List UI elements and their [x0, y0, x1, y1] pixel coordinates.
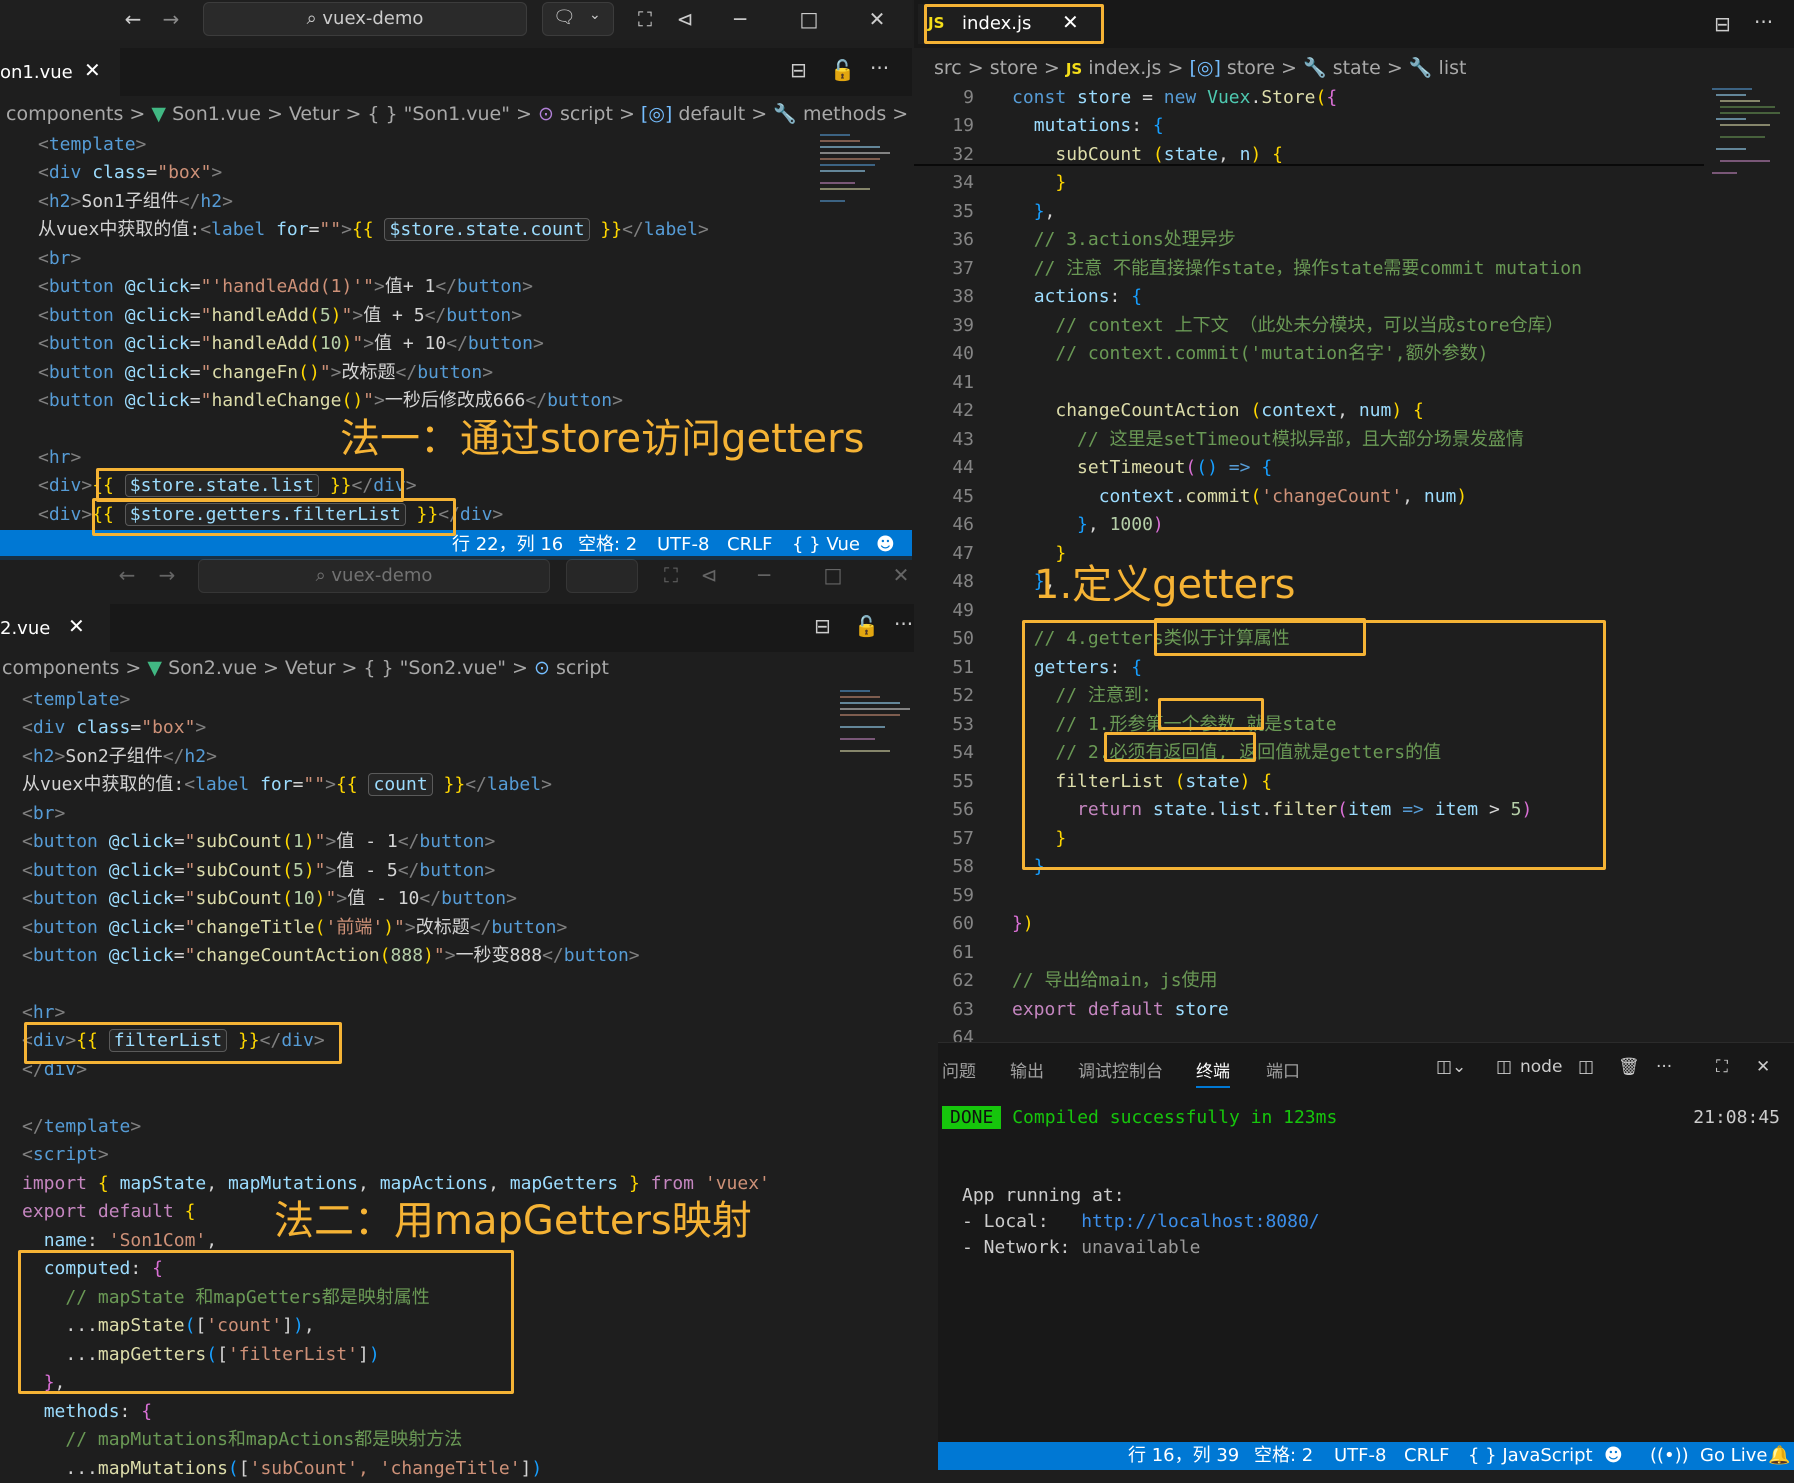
back-arrow-icon[interactable]: ← [112, 560, 142, 590]
close-tab-icon[interactable]: ✕ [68, 614, 85, 638]
terminal-shell-icon[interactable]: ◫ [1496, 1057, 1512, 1077]
vue-icon: ▼ [147, 657, 163, 679]
forward-arrow-icon[interactable]: → [156, 4, 186, 34]
highlight-computed-block [18, 1250, 514, 1394]
son1-breadcrumb: components > ▼ Son1.vue > Vetur > { } "S… [6, 103, 912, 125]
maximize-icon[interactable]: □ [818, 560, 848, 590]
layout-toggle-icon[interactable]: ⛶ [630, 4, 660, 34]
son2-tabbar: 2.vue ✕ ⊟ 🔓 ··· [0, 604, 936, 652]
close-window-icon[interactable]: ✕ [886, 560, 916, 590]
wrench-icon: 🔧 [1408, 57, 1433, 79]
terminal-panel: 问题 输出 调试控制台 终端 端口 ◫⌄ ◫ node ◫ 🗑 ··· ⛶ ✕ … [938, 1042, 1794, 1443]
highlight-computed-comment [1154, 618, 1366, 656]
pin-icon[interactable]: ⊲ [694, 560, 724, 590]
son1-titlebar: ← → ⌕ vuex-demo 🗨 ⌄ ⛶ ⊲ ─ □ ✕ [0, 0, 912, 40]
index-gutter: 9 19 32 34 35 36 37 38 39 40 41 42 43 44… [952, 87, 974, 1048]
index-statusbar: 行 16，列 39 空格: 2 UTF-8 CRLF { } JavaScrip… [938, 1442, 1794, 1470]
maximize-panel-icon[interactable]: ⛶ [1716, 1057, 1728, 1077]
tab-problems[interactable]: 问题 [942, 1057, 976, 1082]
chat-icon: 🗨 [553, 7, 576, 28]
js-icon: JS [1065, 60, 1083, 78]
bell-icon[interactable]: 🔔 [1768, 1442, 1790, 1470]
minimize-icon[interactable]: ─ [749, 560, 779, 590]
layout-icon[interactable]: ◫⌄ [1436, 1057, 1466, 1077]
panel-tab-bar: 问题 输出 调试控制台 终端 端口 ◫⌄ ◫ node ◫ 🗑 ··· ⛶ ✕ [938, 1057, 1794, 1088]
tab-son2-vue[interactable]: 2.vue ✕ [0, 604, 110, 652]
tab-ports[interactable]: 端口 [1266, 1057, 1300, 1082]
split-terminal-icon[interactable]: ◫ [1578, 1057, 1594, 1077]
tab-debug-console[interactable]: 调试控制台 [1078, 1057, 1163, 1082]
more-actions-icon[interactable]: ··· [894, 612, 913, 636]
lock-icon[interactable]: 🔓 [854, 614, 879, 638]
split-editor-icon[interactable]: ⊟ [814, 614, 831, 638]
symbol-icon: ⊙ [538, 103, 554, 125]
tab-son1-vue[interactable]: on1.vue ✕ [0, 48, 120, 96]
forward-arrow-icon[interactable]: → [152, 560, 182, 590]
command-center-search[interactable]: ⌕ vuex-demo [203, 2, 527, 36]
search-icon: ⌕ [315, 565, 332, 586]
trash-icon[interactable]: 🗑 [1618, 1057, 1640, 1077]
module-icon: [◎] [640, 103, 673, 125]
highlight-index-tab [924, 4, 1104, 44]
index-breadcrumb: src > store > JS index.js > [◎] store > … [934, 57, 1467, 79]
close-tab-icon[interactable]: ✕ [84, 58, 101, 82]
maximize-icon[interactable]: □ [794, 4, 824, 34]
search-icon: ⌕ [306, 8, 323, 29]
done-badge: DONE [942, 1106, 1002, 1129]
shell-name[interactable]: node [1520, 1057, 1562, 1077]
vue-icon: ▼ [151, 103, 167, 125]
copilot-icon[interactable]: ☻ [1604, 1442, 1623, 1470]
highlight-state-list [96, 468, 404, 502]
more-icon[interactable]: ··· [1656, 1057, 1672, 1077]
lock-icon[interactable]: 🔓 [830, 58, 855, 82]
son2-breadcrumb: components > ▼ Son2.vue > Vetur > { } "S… [2, 657, 609, 679]
highlight-first-param [1158, 698, 1264, 730]
more-actions-icon[interactable]: ··· [870, 56, 889, 80]
split-editor-icon[interactable]: ⊟ [1714, 12, 1731, 36]
close-panel-icon[interactable]: ✕ [1756, 1057, 1770, 1077]
son1-tabbar: on1.vue ✕ ⊟ 🔓 ··· [0, 48, 912, 96]
close-window-icon[interactable]: ✕ [862, 4, 892, 34]
highlight-return-value [1104, 732, 1256, 762]
copilot-chat-button[interactable]: 🗨 ⌄ [542, 2, 614, 36]
chevron-down-icon: ⌄ [589, 7, 601, 23]
wrench-icon: 🔧 [773, 103, 797, 125]
layout-toggle-icon[interactable]: ⛶ [656, 560, 686, 590]
annotation-method-two: 法二：用mapGetters映射 [274, 1198, 752, 1244]
highlight-filterlist-div [24, 1022, 342, 1064]
son1-minimap[interactable] [820, 130, 910, 250]
index-minimap[interactable] [1712, 84, 1782, 214]
wrench-icon: 🔧 [1302, 57, 1327, 79]
terminal-output[interactable]: DONE Compiled successfully in 123ms 21:0… [942, 1106, 1792, 1437]
pin-icon[interactable]: ⊲ [670, 4, 700, 34]
tab-output[interactable]: 输出 [1010, 1057, 1044, 1082]
broadcast-icon: ((•)) [1650, 1445, 1689, 1466]
more-actions-icon[interactable]: ··· [1754, 10, 1773, 34]
highlight-getters-filterlist [92, 498, 456, 536]
command-center-search[interactable]: ⌕ vuex-demo [198, 559, 550, 593]
copilot-chat-button[interactable] [566, 559, 638, 593]
tab-terminal[interactable]: 终端 [1196, 1057, 1230, 1088]
back-arrow-icon[interactable]: ← [118, 4, 148, 34]
split-editor-icon[interactable]: ⊟ [790, 58, 807, 82]
variable-icon: [◎] [1189, 57, 1221, 79]
son2-titlebar: ← → ⌕ vuex-demo ⛶ ⊲ ─ □ ✕ [0, 556, 936, 596]
minimize-icon[interactable]: ─ [725, 4, 755, 34]
annotation-define-getters: 1.定义getters [1034, 562, 1296, 608]
symbol-icon: ⊙ [534, 657, 550, 679]
local-url-link[interactable]: http://localhost:8080/ [1081, 1211, 1319, 1232]
annotation-method-one: 法一：通过store访问getters [340, 416, 865, 462]
